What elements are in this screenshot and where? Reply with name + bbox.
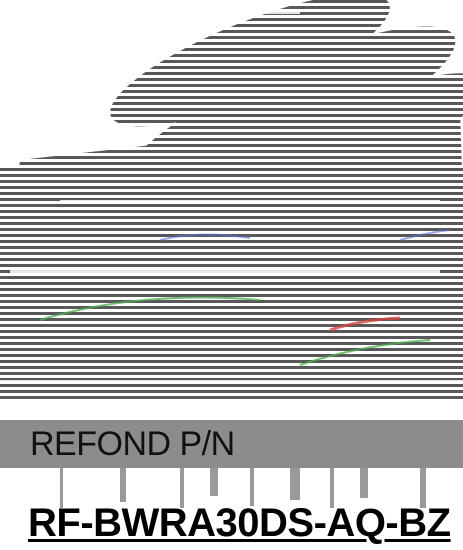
product-label: REFOND P/N RF-BWRA30DS-AQ-BZ	[0, 0, 463, 550]
part-number-value: RF-BWRA30DS-AQ-BZ	[28, 501, 451, 545]
part-number-caption: REFOND P/N	[30, 425, 235, 463]
product-photo-icon	[0, 0, 463, 400]
